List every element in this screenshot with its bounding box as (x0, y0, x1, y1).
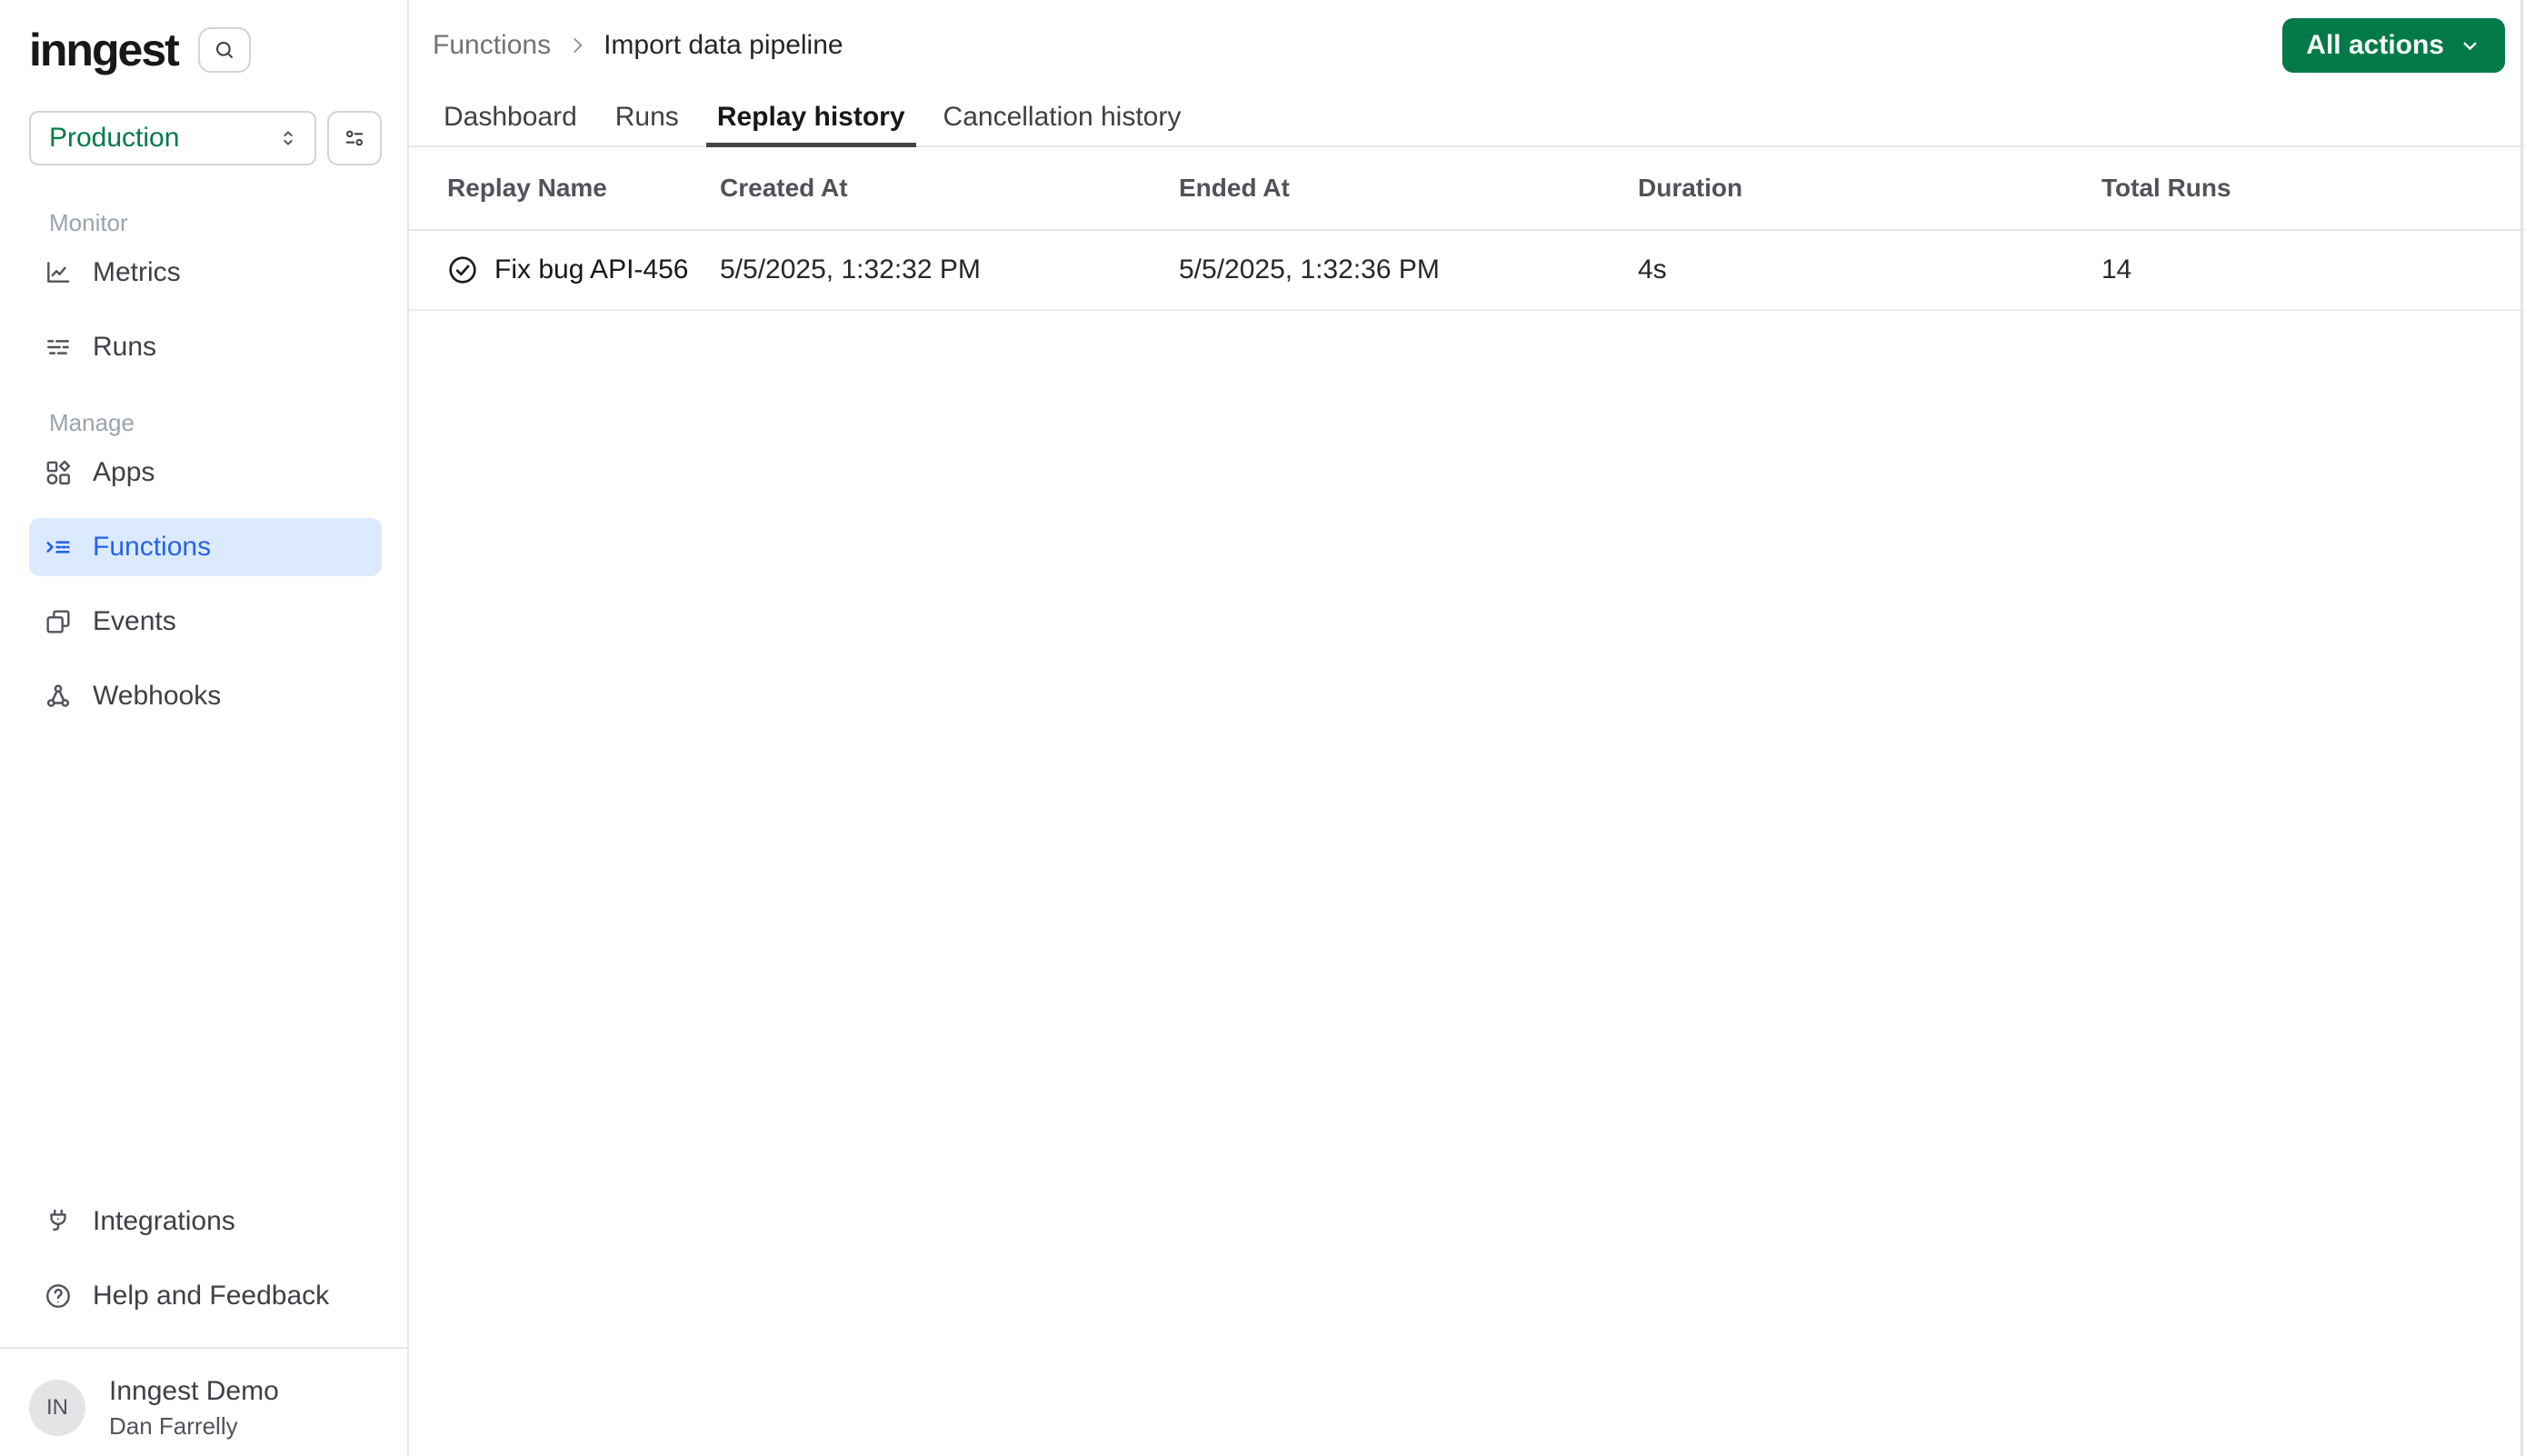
sidebar-item-label: Events (93, 606, 176, 636)
user-info: Inngest Demo Dan Farrelly (109, 1376, 279, 1441)
column-header-created-at: Created At (720, 174, 848, 202)
sidebar-item-label: Apps (93, 457, 155, 487)
sidebar-item-label: Runs (93, 332, 157, 362)
nav-section-label: Monitor (49, 209, 128, 236)
question-circle-icon (44, 1281, 73, 1311)
function-list-icon (44, 533, 73, 562)
user-org-name: Inngest Demo (109, 1375, 279, 1406)
copy-squares-icon (44, 607, 73, 636)
sidebar-item-label: Webhooks (93, 681, 222, 711)
column-header-total-runs: Total Runs (2101, 174, 2231, 202)
replay-name: Fix bug API-456 (494, 254, 689, 284)
created-at-cell: 5/5/2025, 1:32:32 PM (720, 254, 981, 284)
replay-history-table: Replay Name Created At Ended At Duration… (409, 147, 2525, 311)
sidebar-nav: Monitor Metrics Runs Manage Apps Functio… (29, 209, 382, 758)
check-circle-icon (447, 254, 478, 285)
duration-cell: 4s (1638, 254, 1667, 284)
environment-row: Production (29, 111, 382, 165)
webhook-icon (44, 682, 73, 711)
sidebar-item-label: Help and Feedback (93, 1280, 330, 1311)
nav-section-manage: Manage Apps Functions Events Webhooks (29, 409, 382, 725)
sidebar-footer: Integrations Help and Feedback IN Innges… (0, 1192, 407, 1441)
sidebar-item-integrations[interactable]: Integrations (29, 1192, 382, 1251)
sidebar-item-apps[interactable]: Apps (29, 444, 382, 502)
sidebar-item-help[interactable]: Help and Feedback (29, 1267, 382, 1325)
sidebar-header: inngest (29, 27, 382, 73)
sidebar-item-runs[interactable]: Runs (29, 318, 382, 376)
inngest-logo[interactable]: inngest (29, 27, 180, 73)
sidebar-item-label: Functions (93, 532, 212, 562)
total-runs-cell: 14 (2101, 254, 2132, 284)
avatar: IN (29, 1380, 85, 1437)
chevron-down-icon (2459, 35, 2481, 57)
environment-filter-button[interactable] (327, 111, 382, 165)
environment-selector[interactable]: Production (29, 111, 316, 165)
ended-at-cell: 5/5/2025, 1:32:36 PM (1179, 254, 1440, 284)
tab-bar: Dashboard Runs Replay history Cancellati… (409, 91, 2525, 147)
tab-cancellation-history[interactable]: Cancellation history (933, 91, 1193, 147)
search-button[interactable] (197, 27, 251, 73)
app-root: inngest Production Monitor Metrics Runs … (0, 0, 2525, 1456)
table-row[interactable]: Fix bug API-456 5/5/2025, 1:32:32 PM 5/5… (409, 231, 2525, 311)
sidebar-item-events[interactable]: Events (29, 593, 382, 651)
sidebar-item-metrics[interactable]: Metrics (29, 244, 382, 302)
tab-dashboard[interactable]: Dashboard (433, 91, 588, 147)
main-content: Functions Import data pipeline All actio… (409, 0, 2525, 1456)
nav-section-label: Manage (49, 409, 135, 436)
list-dashes-icon (44, 333, 73, 362)
chevron-right-icon (565, 34, 589, 57)
page-title: Import data pipeline (604, 30, 843, 60)
environment-selector-value: Production (49, 123, 180, 153)
column-header-duration: Duration (1638, 174, 1743, 202)
search-icon (212, 37, 237, 63)
all-actions-label: All actions (2306, 30, 2444, 60)
chevron-up-down-icon (276, 126, 300, 150)
breadcrumb-functions-link[interactable]: Functions (433, 30, 551, 61)
table-header-row: Replay Name Created At Ended At Duration… (409, 147, 2525, 231)
sidebar-item-functions[interactable]: Functions (29, 518, 382, 576)
apps-grid-icon (44, 458, 73, 487)
replay-name-cell: Fix bug API-456 (433, 254, 705, 285)
chart-line-icon (44, 258, 73, 287)
nav-section-monitor: Monitor Metrics Runs (29, 209, 382, 376)
sidebar-item-label: Integrations (93, 1205, 235, 1236)
all-actions-button[interactable]: All actions (2282, 18, 2505, 73)
tab-runs[interactable]: Runs (604, 91, 690, 147)
breadcrumb: Functions Import data pipeline (433, 30, 843, 61)
user-full-name: Dan Farrelly (109, 1412, 238, 1440)
sidebar: inngest Production Monitor Metrics Runs … (0, 0, 409, 1456)
tab-replay-history[interactable]: Replay history (705, 91, 916, 147)
column-header-replay-name: Replay Name (447, 174, 607, 202)
sliders-icon (342, 125, 367, 151)
column-header-ended-at: Ended At (1179, 174, 1290, 202)
sidebar-item-label: Metrics (93, 257, 181, 287)
plug-icon (44, 1207, 73, 1236)
page-header: Functions Import data pipeline All actio… (409, 0, 2525, 91)
user-menu[interactable]: IN Inngest Demo Dan Farrelly (29, 1349, 382, 1441)
right-scroll-edge (2520, 0, 2523, 1456)
sidebar-item-webhooks[interactable]: Webhooks (29, 667, 382, 725)
